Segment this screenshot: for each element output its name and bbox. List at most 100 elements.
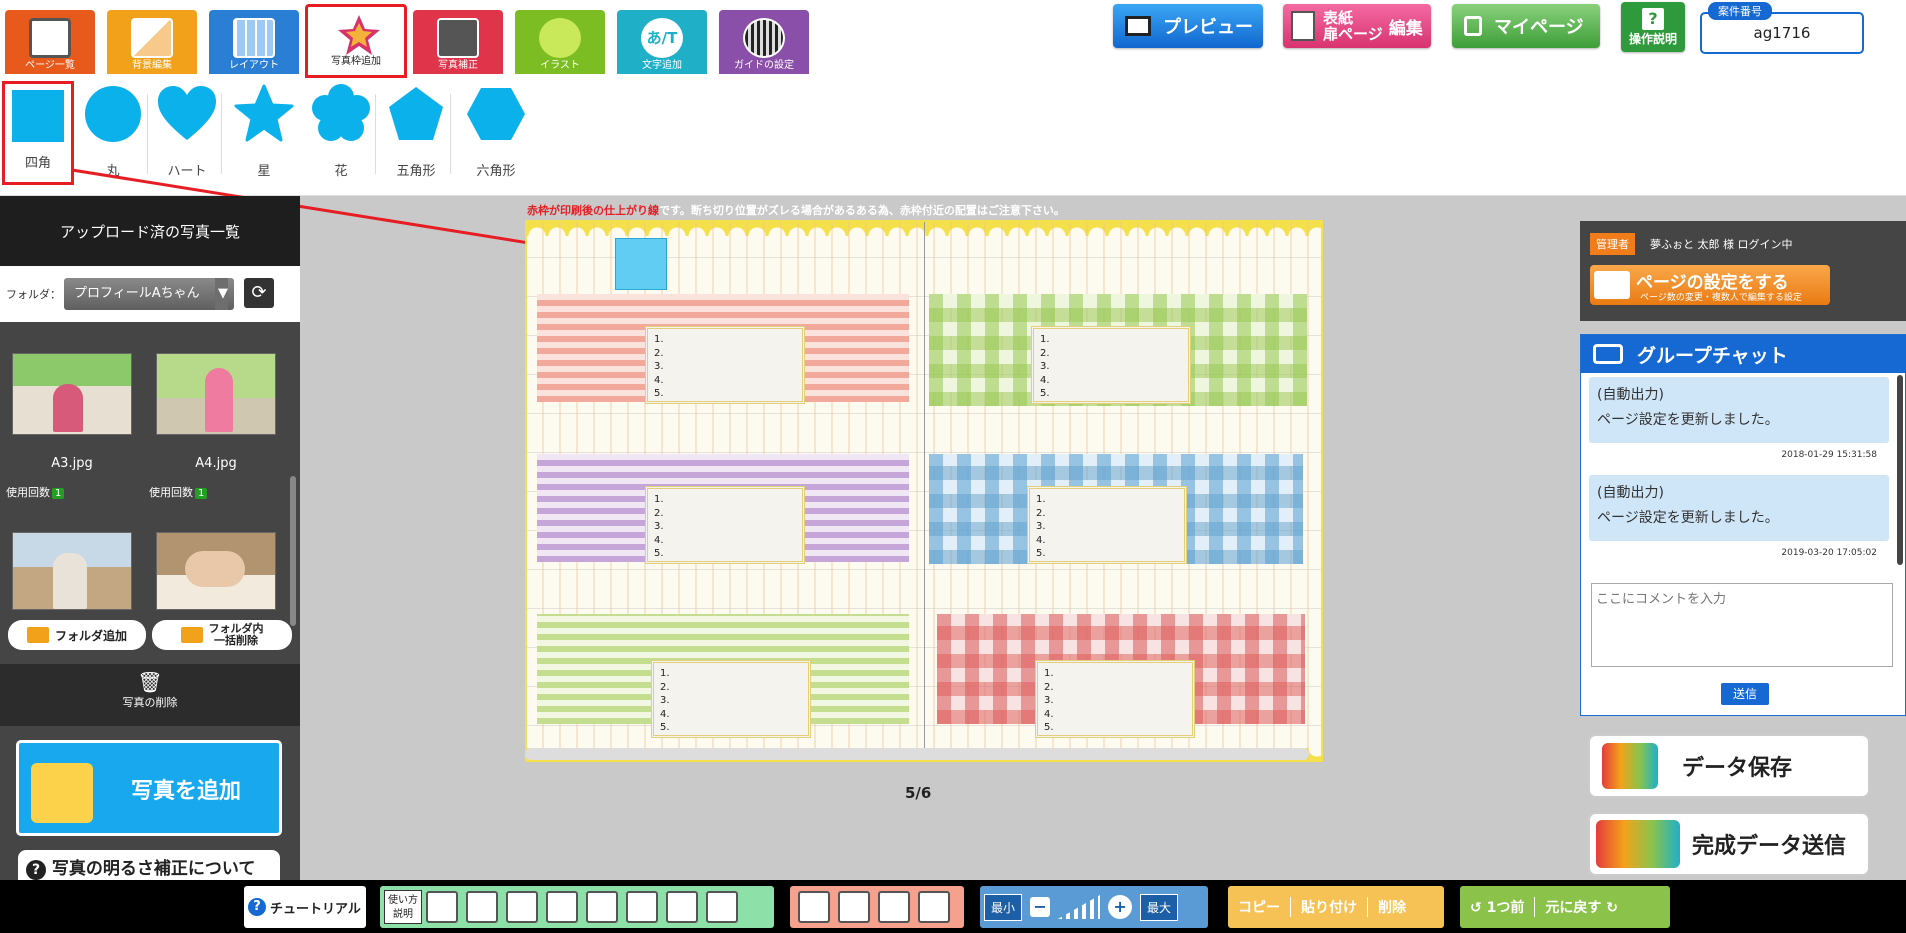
memo-card[interactable]: 1. 2. 3. 4. 5. xyxy=(1035,660,1195,738)
mypage-button[interactable]: マイページ xyxy=(1452,4,1600,48)
case-number-label: 案件番号 xyxy=(1708,2,1772,20)
tool-guide-settings[interactable]: ガイドの設定 xyxy=(719,10,809,74)
align-top-icon[interactable] xyxy=(546,891,578,923)
cover-edit-button[interactable]: 表紙 扉ページ 編集 xyxy=(1283,4,1431,48)
children-figure xyxy=(185,551,245,587)
tutorial-button[interactable]: ? チュートリアル xyxy=(244,886,366,928)
align-middle-icon[interactable] xyxy=(586,891,618,923)
delete-folder-contents-button[interactable]: フォルダ内 一括削除 xyxy=(152,620,292,650)
photo-thumb-a3[interactable] xyxy=(12,353,132,435)
frame-shape-row: 四角 丸 ハート 星 花 五角形 六角形 xyxy=(0,78,1906,196)
delete-photo-button[interactable]: 🗑 写真の削除 xyxy=(0,664,300,726)
preview-button[interactable]: プレビュー xyxy=(1113,4,1263,48)
bring-forward-icon[interactable] xyxy=(838,891,870,923)
tool-label: ガイドの設定 xyxy=(734,60,794,71)
align-left-icon[interactable] xyxy=(426,891,458,923)
zoom-max-button[interactable]: 最大 xyxy=(1140,893,1179,921)
shape-label: 六角形 xyxy=(476,164,516,179)
page-spread[interactable]: 1. 2. 3. 4. 5. 1. 2. 3. 4. 5. 1. 2. 3. 4. 5. 1. 2. 3. 4… xyxy=(525,220,1323,762)
data-save-label: データ保存 xyxy=(1682,756,1793,781)
comment-input[interactable] xyxy=(1591,583,1893,667)
tool-label: 背景編集 xyxy=(132,60,172,71)
tool-photo-frame-add[interactable]: 写真枠追加 xyxy=(305,4,407,78)
folder-select[interactable]: プロフィールAちゃん ▼ xyxy=(64,278,234,310)
shape-heart[interactable]: ハート xyxy=(152,84,222,186)
distribute-vertical-icon[interactable] xyxy=(706,891,738,923)
tool-photo-correction[interactable]: 写真補正 xyxy=(413,10,503,74)
tool-illustration[interactable]: イラスト xyxy=(515,10,605,74)
send-button[interactable]: 送信 xyxy=(1721,683,1769,705)
shape-flower[interactable]: 花 xyxy=(306,84,376,186)
warning-red: 赤枠が印刷後の仕上がり線 xyxy=(527,204,659,217)
chat-scrollbar[interactable] xyxy=(1897,375,1903,565)
undo-button[interactable]: ↺ 1つ前 xyxy=(1460,897,1536,917)
question-icon: ? xyxy=(1642,7,1664,30)
distribute-horizontal-icon[interactable] xyxy=(666,891,698,923)
star-photo-icon xyxy=(338,15,380,55)
layer-tools xyxy=(790,886,964,928)
zoom-min-button[interactable]: 最小 xyxy=(984,893,1023,921)
page-indicator: 5/6 xyxy=(905,784,932,802)
brightness-info-button[interactable]: ? 写真の明るさ補正について xyxy=(18,850,280,880)
add-folder-label: フォルダ追加 xyxy=(54,628,127,643)
hexagon-icon xyxy=(467,88,525,140)
shape-pentagon[interactable]: 五角形 xyxy=(381,84,451,186)
align-right-icon[interactable] xyxy=(506,891,538,923)
send-complete-button[interactable]: 完成データ送信 xyxy=(1588,812,1870,876)
photo-list-scrollbar[interactable] xyxy=(290,476,296,626)
top-toolbar: ページ一覧 背景編集 レイアウト 写真枠追加 写真補正 イラスト あ/T 文字追… xyxy=(0,0,1906,78)
photo-thumb-3[interactable] xyxy=(12,532,132,610)
photo-thumb-a4[interactable] xyxy=(156,353,276,435)
shape-square[interactable]: 四角 xyxy=(2,81,74,185)
send-back-icon[interactable] xyxy=(918,891,950,923)
pentagon-icon xyxy=(389,87,443,140)
tool-label: イラスト xyxy=(540,60,580,71)
book-cover-icon xyxy=(1291,11,1315,41)
shape-label: 花 xyxy=(334,164,348,179)
bring-front-icon[interactable] xyxy=(798,891,830,923)
shape-label: ハート xyxy=(167,164,207,179)
help-button[interactable]: ? 操作説明 xyxy=(1621,2,1685,52)
shape-hexagon[interactable]: 六角形 xyxy=(461,84,531,186)
add-folder-button[interactable]: フォルダ追加 xyxy=(8,620,146,650)
paste-button[interactable]: 貼り付け xyxy=(1291,897,1368,917)
delete-in-folder-2: 一括削除 xyxy=(214,634,258,647)
square-icon xyxy=(12,90,64,142)
photo-thumb-4[interactable] xyxy=(156,532,276,610)
howto-button[interactable]: 使い方 説明 xyxy=(384,890,422,924)
message-timestamp: 2019-03-20 17:05:02 xyxy=(1781,548,1877,558)
tool-text-add[interactable]: あ/T 文字追加 xyxy=(617,10,707,74)
memo-card[interactable]: 1. 2. 3. 4. 5. xyxy=(1031,326,1191,404)
zoom-out-icon[interactable]: − xyxy=(1030,897,1051,917)
text-bubble-icon: あ/T xyxy=(641,18,683,58)
canvas-scrollbar[interactable] xyxy=(525,748,1309,760)
open-book-icon xyxy=(1594,271,1630,299)
page-settings-button[interactable]: ページの設定をする ページ数の変更・複数人で編集する設定 xyxy=(1590,265,1830,305)
new-square-frame[interactable] xyxy=(615,238,667,290)
folder-delete-icon xyxy=(180,627,203,643)
tool-background-edit[interactable]: 背景編集 xyxy=(107,10,197,74)
delete-button[interactable]: 削除 xyxy=(1368,897,1416,917)
redo-button[interactable]: 元に戻す ↻ xyxy=(1535,897,1628,917)
memo-card[interactable]: 1. 2. 3. 4. 5. xyxy=(651,660,811,738)
memo-card[interactable]: 1. 2. 3. 4. 5. xyxy=(645,486,805,564)
send-backward-icon[interactable] xyxy=(878,891,910,923)
tool-layout[interactable]: レイアウト xyxy=(209,10,299,74)
refresh-icon[interactable]: ⟳ xyxy=(244,278,274,308)
warning-rest: です。断ち切り位置がズレる場合があるある為、赤枠付近の配置はご注意下さい。 xyxy=(659,204,1065,217)
shape-circle[interactable]: 丸 xyxy=(78,84,148,186)
admin-badge: 管理者 xyxy=(1590,233,1635,255)
align-bottom-icon[interactable] xyxy=(626,891,658,923)
shape-star[interactable]: 星 xyxy=(229,84,299,186)
trash-icon: 🗑 xyxy=(137,670,163,694)
add-photo-button[interactable]: 写真を追加 xyxy=(16,740,282,836)
shape-label: 五角形 xyxy=(396,164,436,179)
align-center-icon[interactable] xyxy=(466,891,498,923)
zoom-in-icon[interactable]: + xyxy=(1108,895,1133,919)
memo-card[interactable]: 1. 2. 3. 4. 5. xyxy=(645,326,805,404)
memo-card[interactable]: 1. 2. 3. 4. 5. xyxy=(1027,486,1187,564)
data-save-button[interactable]: データ保存 xyxy=(1588,734,1870,798)
tool-page-list[interactable]: ページ一覧 xyxy=(5,10,95,74)
copy-button[interactable]: コピー xyxy=(1228,897,1291,917)
laptop-send-icon xyxy=(1596,820,1680,868)
